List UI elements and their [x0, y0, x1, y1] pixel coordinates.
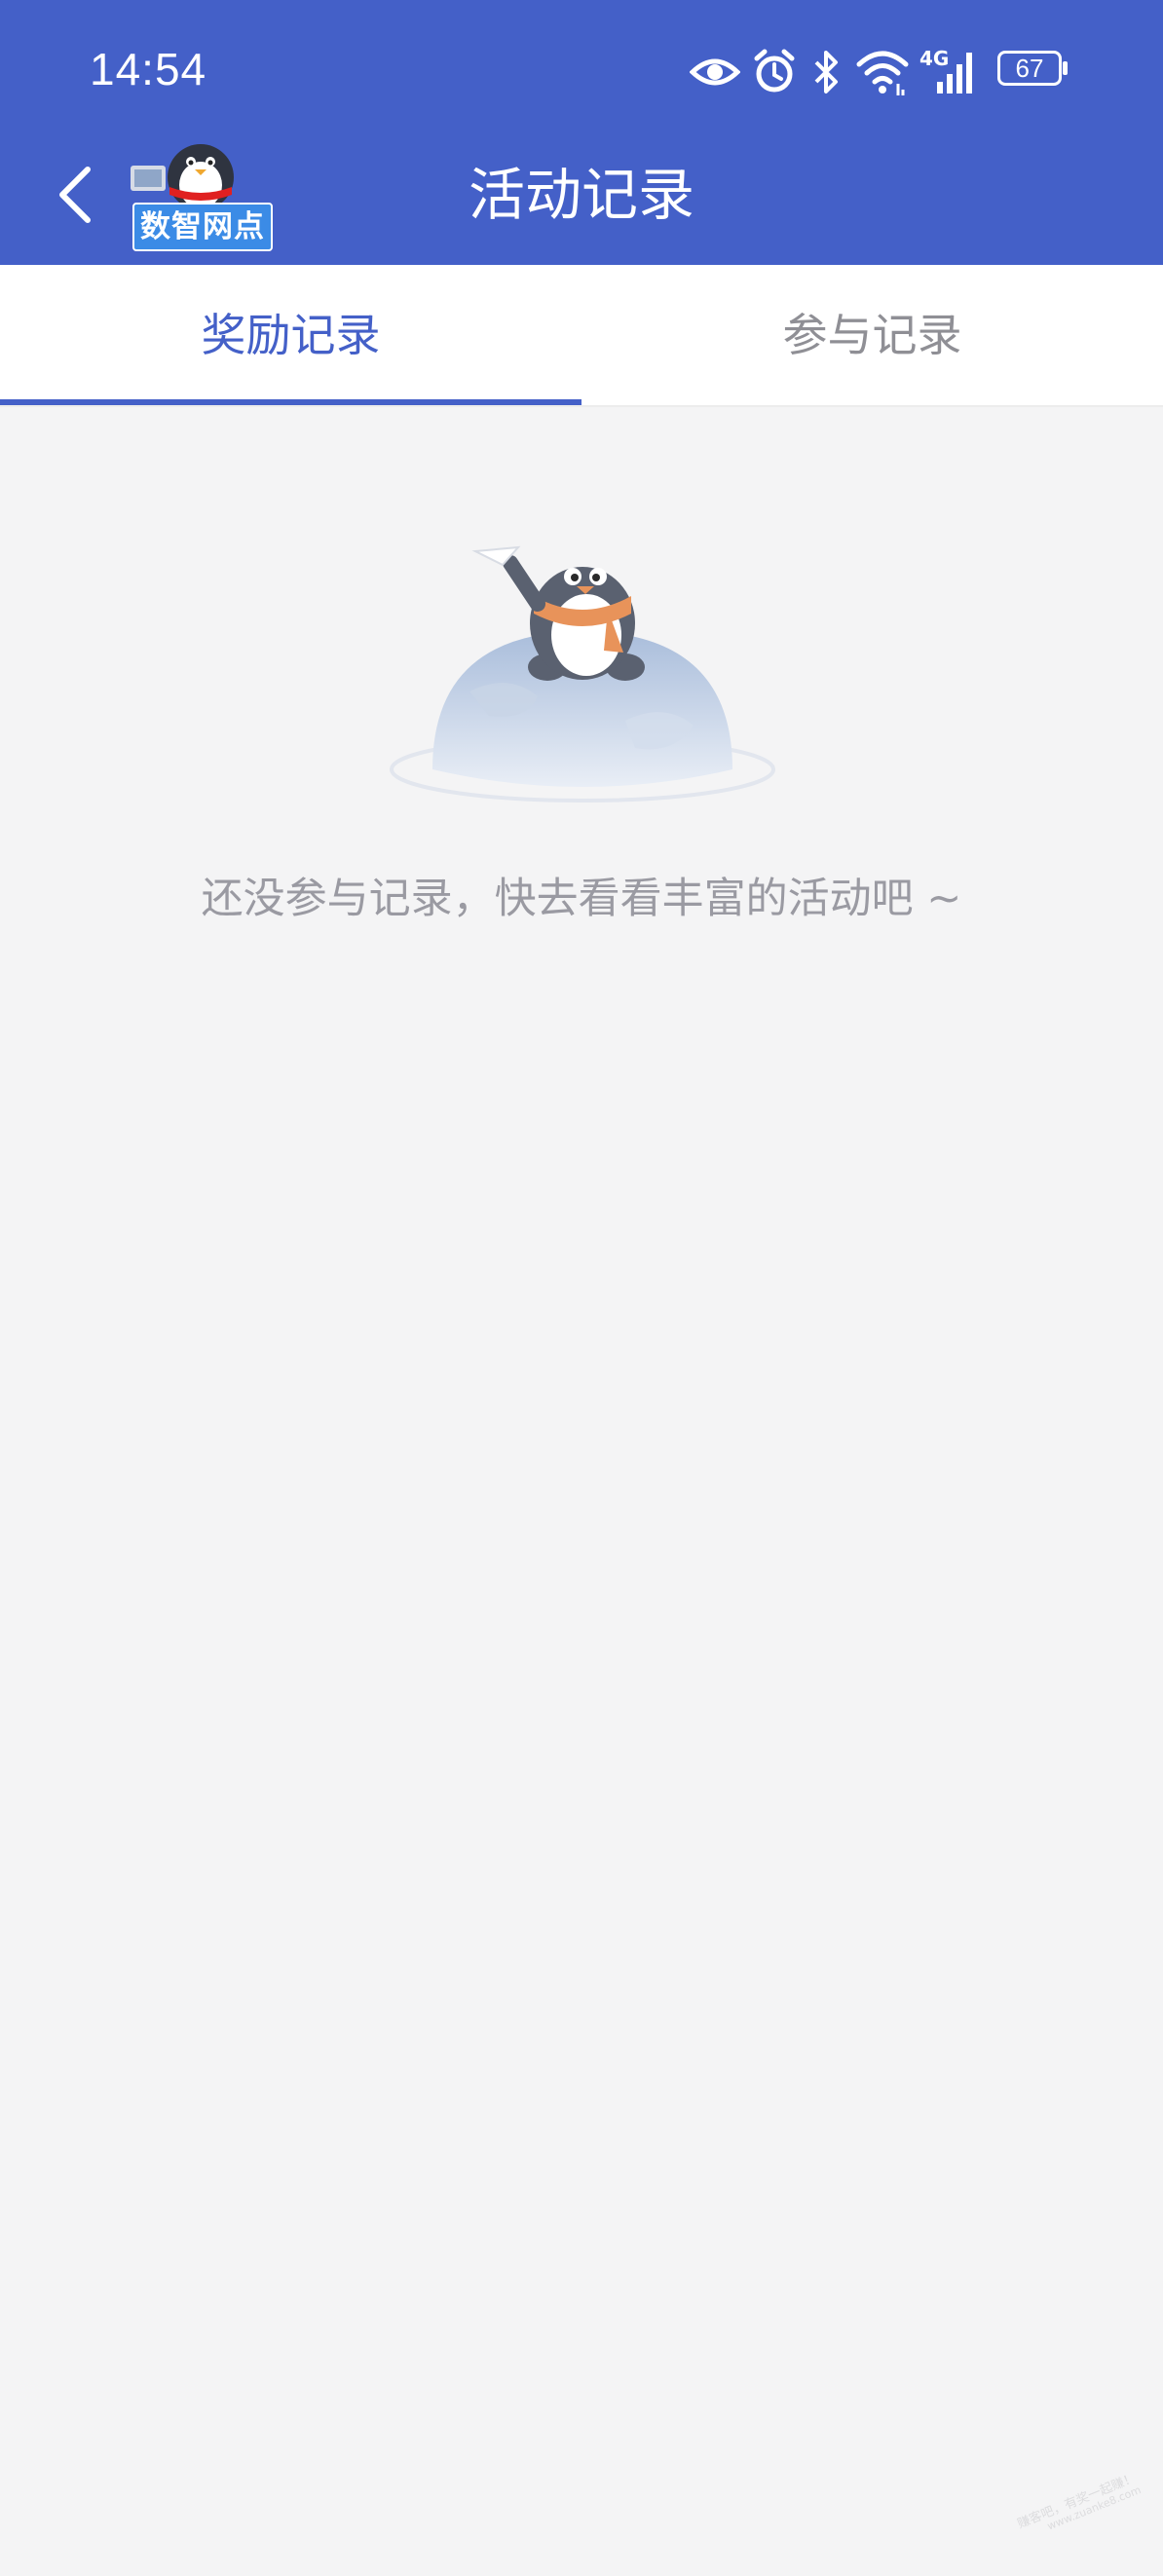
- status-icons: 4G 67: [690, 45, 1079, 99]
- wifi-icon: [856, 51, 909, 95]
- eye-icon: [690, 58, 740, 86]
- battery-level: 67: [1015, 54, 1044, 83]
- empty-state-illustration: [390, 545, 775, 803]
- bluetooth-icon: [814, 51, 838, 93]
- battery-icon: 67: [997, 51, 1068, 90]
- empty-state-message: 还没参与记录，快去看看丰富的活动吧 ~: [201, 875, 962, 923]
- page-title: 活动记录: [468, 162, 694, 228]
- app-bar: 14:54 4G 67 数智网点 活动记录: [0, 0, 1163, 265]
- alarm-icon: [754, 49, 795, 93]
- tab-reward-records[interactable]: 奖励记录: [0, 265, 582, 405]
- status-time: 14:54: [90, 44, 207, 94]
- tab-participation-records[interactable]: 参与记录: [582, 265, 1163, 405]
- watermark: 赚客吧，有奖一起赚！ www.zuanke8.com: [1005, 2467, 1147, 2557]
- tab-bar: 奖励记录 参与记录: [0, 265, 1163, 407]
- signal-icon: [937, 53, 972, 93]
- active-tab-indicator: [0, 399, 582, 405]
